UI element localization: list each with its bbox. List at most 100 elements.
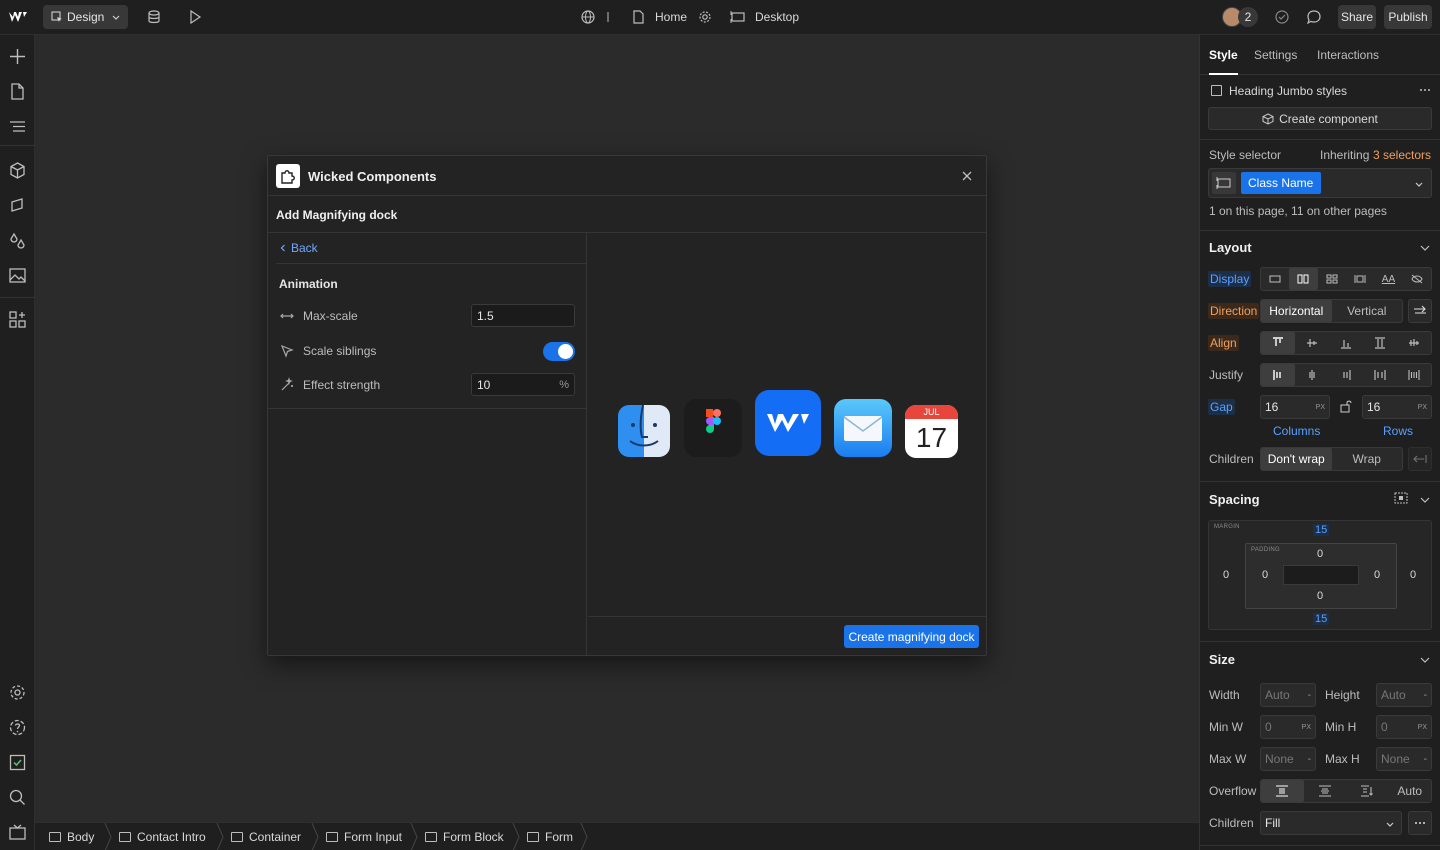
margin-bottom-value[interactable]: 15 bbox=[1313, 613, 1330, 625]
assets-image-icon[interactable] bbox=[8, 266, 27, 285]
style-manager-icon[interactable] bbox=[8, 196, 27, 215]
chevron-down-icon[interactable] bbox=[1420, 495, 1430, 505]
breadcrumb-item-contact-intro[interactable]: Contact Intro bbox=[119, 823, 206, 850]
breadcrumb-item-form-input[interactable]: Form Input bbox=[326, 823, 402, 850]
justify-start-option[interactable] bbox=[1261, 364, 1295, 386]
tab-style[interactable]: Style bbox=[1209, 48, 1238, 62]
wrap-option[interactable]: Wrap bbox=[1332, 448, 1403, 470]
margin-top-value[interactable]: 15 bbox=[1313, 524, 1330, 536]
reverse-wrap-button[interactable] bbox=[1408, 447, 1432, 471]
align-stretch-option[interactable] bbox=[1363, 332, 1397, 354]
justify-end-option[interactable] bbox=[1329, 364, 1363, 386]
search-icon[interactable] bbox=[8, 788, 27, 807]
mail-icon[interactable] bbox=[834, 399, 892, 457]
spacing-presets-icon[interactable] bbox=[1393, 491, 1409, 505]
preview-play-icon[interactable] bbox=[187, 9, 203, 25]
globe-icon[interactable] bbox=[580, 9, 596, 25]
calendar-icon[interactable]: JUL 17 bbox=[905, 405, 958, 458]
create-component-button[interactable]: Create component bbox=[1208, 107, 1432, 130]
video-tutorials-icon[interactable] bbox=[8, 823, 27, 842]
unlock-icon[interactable] bbox=[1339, 399, 1353, 413]
page-name[interactable]: Home bbox=[655, 10, 687, 24]
breakpoint-label[interactable]: Desktop bbox=[755, 10, 799, 24]
align-end-option[interactable] bbox=[1329, 332, 1363, 354]
display-none-option[interactable] bbox=[1403, 268, 1431, 290]
collaborator-count[interactable]: 2 bbox=[1238, 7, 1258, 27]
reverse-direction-button[interactable] bbox=[1408, 299, 1432, 323]
min-height-input[interactable]: 0 PX bbox=[1376, 715, 1432, 739]
justify-between-option[interactable] bbox=[1363, 364, 1397, 386]
display-inline-option[interactable]: AA bbox=[1374, 268, 1402, 290]
breadcrumb-item-form[interactable]: Form bbox=[527, 823, 573, 850]
navigator-icon[interactable] bbox=[8, 117, 27, 136]
children-more-button[interactable] bbox=[1408, 811, 1432, 835]
help-icon[interactable] bbox=[8, 718, 27, 737]
overflow-hidden-option[interactable] bbox=[1304, 780, 1347, 802]
tab-interactions[interactable]: Interactions bbox=[1317, 48, 1379, 62]
size-heading[interactable]: Size bbox=[1209, 652, 1235, 667]
breadcrumb-item-form-block[interactable]: Form Block bbox=[425, 823, 504, 850]
webflow-icon[interactable] bbox=[755, 390, 821, 456]
max-height-input[interactable]: None - bbox=[1376, 747, 1432, 771]
spacing-heading[interactable]: Spacing bbox=[1209, 492, 1260, 507]
effect-strength-input[interactable]: 10 % bbox=[471, 373, 575, 396]
overflow-auto-option[interactable]: Auto bbox=[1389, 780, 1432, 802]
tab-settings[interactable]: Settings bbox=[1254, 48, 1297, 62]
padding-right-value[interactable]: 0 bbox=[1374, 569, 1380, 581]
selector-state-icon[interactable] bbox=[1212, 172, 1236, 194]
justify-around-option[interactable] bbox=[1397, 364, 1431, 386]
padding-bottom-value[interactable]: 0 bbox=[1317, 590, 1323, 602]
breadcrumb-item-container[interactable]: Container bbox=[231, 823, 301, 850]
display-inline-block-option[interactable] bbox=[1346, 268, 1374, 290]
align-start-option[interactable] bbox=[1261, 332, 1295, 354]
justify-center-option[interactable] bbox=[1295, 364, 1329, 386]
width-input[interactable]: Auto - bbox=[1260, 683, 1316, 707]
selector-field[interactable]: Class Name bbox=[1208, 168, 1432, 198]
chevron-down-icon[interactable] bbox=[1415, 180, 1423, 188]
padding-left-value[interactable]: 0 bbox=[1262, 569, 1268, 581]
gap-columns-input[interactable]: 16 PX bbox=[1260, 395, 1330, 419]
variables-droplets-icon[interactable] bbox=[8, 231, 27, 250]
components-icon[interactable] bbox=[8, 161, 27, 180]
layout-heading[interactable]: Layout bbox=[1209, 240, 1252, 255]
add-elements-icon[interactable] bbox=[8, 47, 27, 66]
inheriting-selectors-link[interactable]: 3 selectors bbox=[1373, 148, 1431, 162]
breadcrumb-item-body[interactable]: Body bbox=[49, 823, 94, 850]
chevron-down-icon[interactable] bbox=[1420, 655, 1430, 665]
direction-horizontal-option[interactable]: Horizontal bbox=[1261, 300, 1332, 322]
finder-icon[interactable] bbox=[618, 405, 670, 457]
padding-top-value[interactable]: 0 bbox=[1317, 548, 1323, 560]
desktop-breakpoint-icon[interactable] bbox=[730, 9, 746, 25]
back-link[interactable]: Back bbox=[276, 233, 587, 264]
comments-icon[interactable] bbox=[1306, 9, 1322, 25]
create-magnifying-dock-button[interactable]: Create magnifying dock bbox=[844, 625, 979, 648]
settings-gear-icon[interactable] bbox=[8, 683, 27, 702]
max-scale-input[interactable]: 1.5 bbox=[471, 304, 575, 327]
close-icon[interactable] bbox=[960, 169, 974, 183]
align-center-option[interactable] bbox=[1295, 332, 1329, 354]
max-width-input[interactable]: None - bbox=[1260, 747, 1316, 771]
gap-rows-input[interactable]: 16 PX bbox=[1362, 395, 1432, 419]
figma-icon[interactable] bbox=[684, 399, 742, 457]
margin-left-value[interactable]: 0 bbox=[1223, 569, 1229, 581]
display-grid-option[interactable] bbox=[1318, 268, 1346, 290]
pages-icon[interactable] bbox=[8, 82, 27, 101]
more-options-icon[interactable] bbox=[1419, 84, 1431, 96]
share-button[interactable]: Share bbox=[1338, 5, 1376, 29]
display-flex-option[interactable] bbox=[1289, 268, 1318, 290]
direction-vertical-option[interactable]: Vertical bbox=[1332, 300, 1403, 322]
design-mode-dropdown[interactable]: Design bbox=[43, 5, 128, 29]
overflow-scroll-option[interactable] bbox=[1346, 780, 1389, 802]
audit-checkbox-icon[interactable] bbox=[8, 753, 27, 772]
page-icon[interactable] bbox=[630, 9, 646, 25]
children-fill-dropdown[interactable]: Fill bbox=[1260, 811, 1402, 835]
height-input[interactable]: Auto - bbox=[1376, 683, 1432, 707]
checkmark-circle-icon[interactable] bbox=[1274, 9, 1290, 25]
class-name-chip[interactable]: Class Name bbox=[1241, 172, 1321, 194]
display-block-option[interactable] bbox=[1261, 268, 1289, 290]
overflow-visible-option[interactable] bbox=[1261, 780, 1304, 802]
cms-database-icon[interactable] bbox=[146, 9, 162, 25]
apps-icon[interactable] bbox=[8, 310, 27, 329]
margin-right-value[interactable]: 0 bbox=[1410, 569, 1416, 581]
min-width-input[interactable]: 0 PX bbox=[1260, 715, 1316, 739]
